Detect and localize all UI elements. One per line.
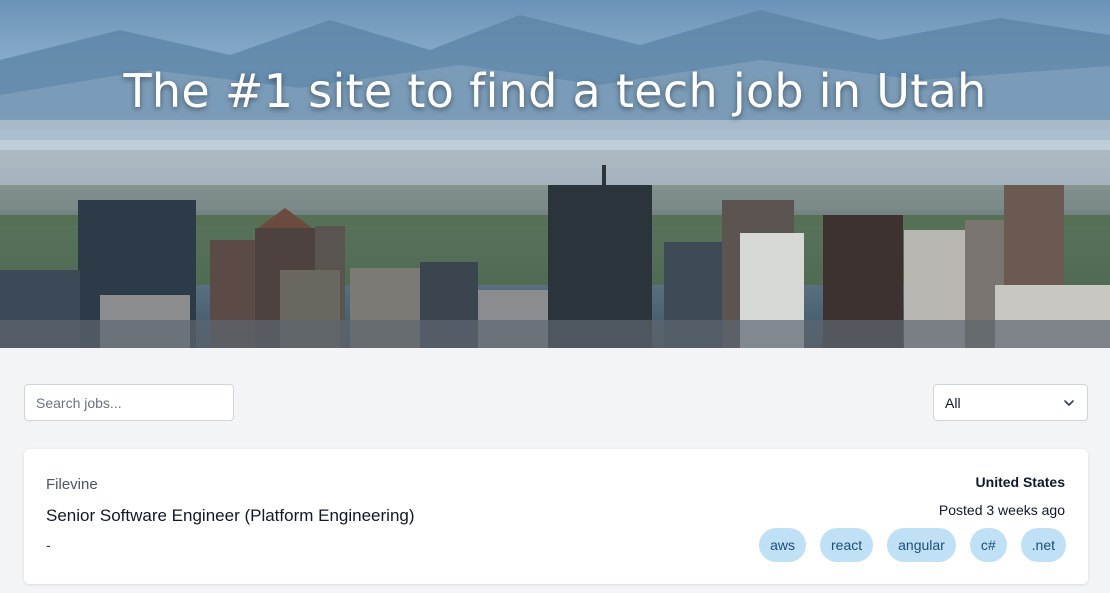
job-card[interactable]: Filevine Senior Software Engineer (Platf… xyxy=(24,449,1088,584)
job-location: United States xyxy=(975,474,1065,490)
tag-aws[interactable]: aws xyxy=(759,528,807,562)
category-select-value: All xyxy=(945,394,961,411)
posted-date: Posted 3 weeks ago xyxy=(938,502,1065,518)
tag-csharp[interactable]: c# xyxy=(969,528,1007,562)
company-name: Filevine xyxy=(46,476,98,493)
job-title[interactable]: Senior Software Engineer (Platform Engin… xyxy=(46,506,415,526)
job-subtitle: - xyxy=(46,537,51,553)
tag-angular[interactable]: angular xyxy=(887,528,956,562)
tag-react[interactable]: react xyxy=(820,528,874,562)
chevron-down-icon xyxy=(1064,400,1074,406)
tag-dotnet[interactable]: .net xyxy=(1020,528,1066,562)
category-select[interactable]: All xyxy=(933,384,1088,421)
hero-banner: The #1 site to find a tech job in Utah xyxy=(0,0,1110,348)
city-skyline-image xyxy=(0,10,1110,348)
hero-title: The #1 site to find a tech job in Utah xyxy=(123,64,987,118)
tag-list: aws react angular c# .net xyxy=(759,528,1066,562)
search-input[interactable] xyxy=(24,384,234,421)
